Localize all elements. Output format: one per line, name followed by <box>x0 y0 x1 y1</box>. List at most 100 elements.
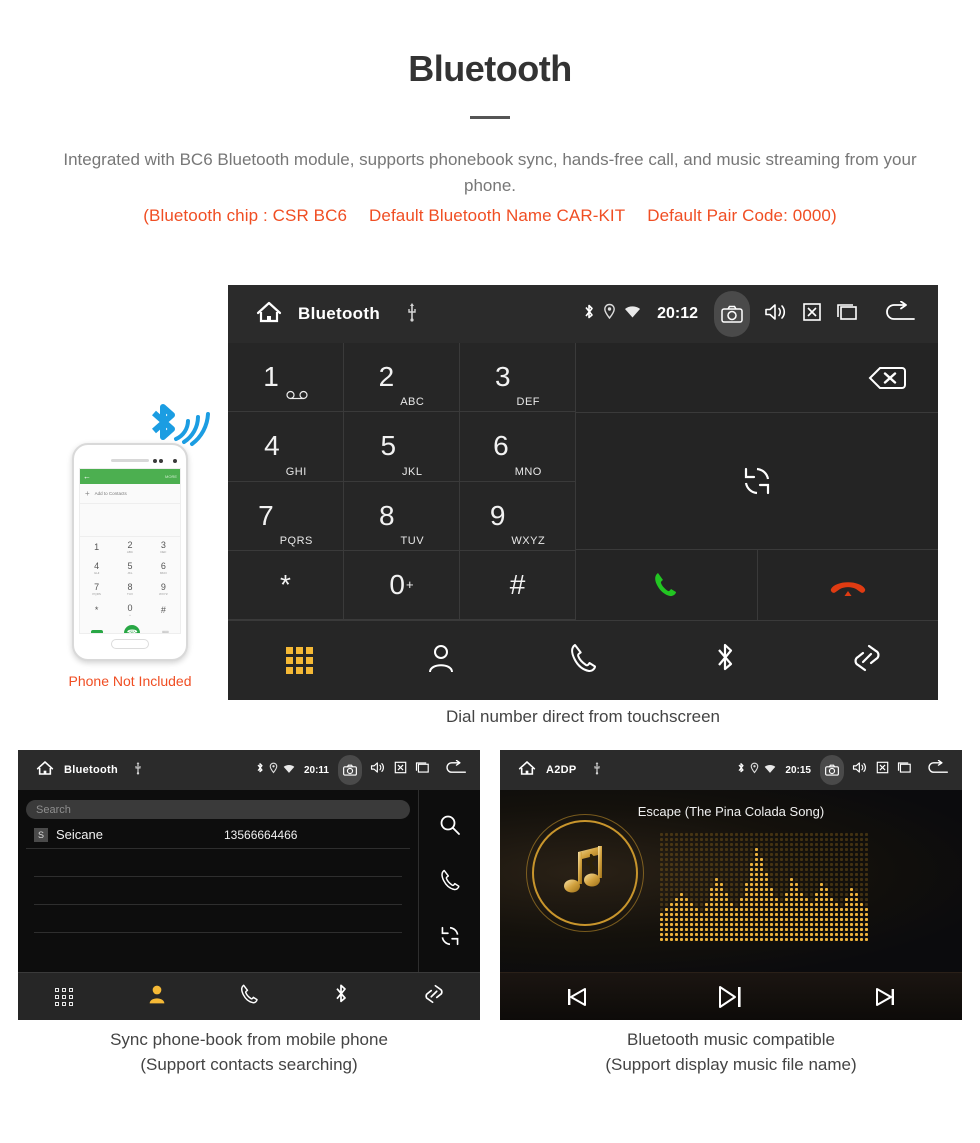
avatar: S <box>34 827 48 842</box>
contacts-icon <box>426 642 456 679</box>
dialer-caption: Dial number direct from touchscreen <box>445 707 720 726</box>
dialpad-icon <box>55 987 74 1006</box>
back-icon[interactable] <box>445 759 468 780</box>
phone-device: ← MORE + Add to Contacts 1 2 ABC 3 DEF 4 GH… <box>72 443 188 661</box>
phone-mockup: ← MORE + Add to Contacts 1 2 ABC 3 DEF 4 GH… <box>40 404 220 689</box>
sync-icon[interactable] <box>576 413 938 550</box>
spec-bt-name: Default Bluetooth Name CAR-KIT <box>369 205 626 225</box>
bluetooth-icon <box>333 982 349 1011</box>
dialpad-icon <box>285 647 313 674</box>
title-divider <box>470 116 510 119</box>
sidebar-item-bluetooth[interactable] <box>295 982 387 1011</box>
equalizer-visualizer <box>660 833 870 951</box>
wifi-icon <box>624 305 641 324</box>
phone-add-contact-label: Add to Contacts <box>94 491 127 496</box>
phone-app-topbar: ← MORE <box>80 469 180 484</box>
phone-key: 5 JKL <box>127 561 133 576</box>
sidebar-item-dialpad[interactable] <box>228 647 370 674</box>
dialer-tabbar <box>228 620 938 700</box>
phone-not-included-note: Phone Not Included <box>68 673 192 689</box>
phone-key: 2 ABC <box>126 540 134 555</box>
phone-key: 4 GHI <box>93 561 100 576</box>
sidebar-item-calls[interactable] <box>512 642 654 679</box>
recents-icon[interactable] <box>897 761 913 779</box>
previous-button[interactable] <box>500 985 654 1009</box>
call-history-icon <box>239 983 259 1010</box>
backspace-icon[interactable] <box>576 343 938 413</box>
wifi-icon <box>283 761 295 779</box>
camera-icon[interactable] <box>338 755 362 785</box>
dial-key-1[interactable]: 1 <box>228 343 344 413</box>
phone-back-icon: ← <box>83 472 91 481</box>
close-box-icon[interactable] <box>876 761 889 779</box>
dial-key-7[interactable]: 7 PQRS <box>228 481 344 551</box>
contacts-caption: Sync phone-book from mobile phone (Suppo… <box>18 1028 480 1077</box>
phone-call-icon: ☎ <box>124 625 141 633</box>
contact-number: 13566664466 <box>224 827 298 842</box>
recents-icon[interactable] <box>415 761 431 779</box>
sidebar-item-dialpad[interactable] <box>18 987 110 1006</box>
recents-icon[interactable] <box>836 302 860 327</box>
statusbar-title: A2DP <box>546 764 577 776</box>
search-input[interactable]: Search <box>26 800 410 819</box>
close-box-icon[interactable] <box>394 761 407 779</box>
contacts-tabbar <box>18 972 480 1020</box>
statusbar-clock: 20:11 <box>303 764 329 776</box>
sync-icon[interactable] <box>439 925 461 952</box>
volume-icon[interactable] <box>370 761 386 779</box>
volume-icon[interactable] <box>852 761 868 779</box>
call-icon[interactable] <box>439 868 461 897</box>
usb-icon <box>593 761 601 780</box>
contacts-caption-line2: (Support contacts searching) <box>140 1054 358 1074</box>
camera-icon[interactable] <box>820 755 844 785</box>
camera-icon[interactable] <box>714 291 750 337</box>
location-icon <box>269 761 278 779</box>
sidebar-item-contacts[interactable] <box>110 983 202 1010</box>
dial-key-8[interactable]: 8 TUV <box>344 481 460 551</box>
contacts-statusbar: Bluetooth 20:11 <box>18 750 480 790</box>
close-box-icon[interactable] <box>802 302 822 327</box>
back-icon[interactable] <box>927 759 950 780</box>
sidebar-item-link[interactable] <box>388 982 480 1011</box>
sidebar-item-link[interactable] <box>796 641 938 680</box>
bluetooth-status-icon <box>256 761 264 779</box>
usb-icon <box>406 302 418 327</box>
page-description: Integrated with BC6 Bluetooth module, su… <box>63 150 917 196</box>
home-icon[interactable] <box>518 760 536 781</box>
statusbar-clock: 20:15 <box>785 764 811 776</box>
bluetooth-status-icon <box>583 303 595 326</box>
dial-key-9[interactable]: 9 WXYZ <box>460 481 576 551</box>
play-pause-button[interactable] <box>654 984 808 1010</box>
dial-key-6[interactable]: 6 MNO <box>460 412 576 482</box>
home-icon[interactable] <box>36 760 54 781</box>
dial-key-3[interactable]: 3 DEF <box>460 343 576 413</box>
phone-key: 8 TUV <box>126 582 133 597</box>
dial-key-5[interactable]: 5 JKL <box>344 412 460 482</box>
dial-key-0[interactable]: 0 + <box>344 550 460 620</box>
list-item-empty <box>34 849 402 877</box>
home-icon[interactable] <box>256 300 282 329</box>
music-body: Escape (The Pina Colada Song) <box>500 790 962 972</box>
dial-key-hash[interactable]: # <box>460 550 576 620</box>
search-icon[interactable] <box>439 814 461 841</box>
back-icon[interactable] <box>884 300 918 328</box>
dial-key-4[interactable]: 4 GHI <box>228 412 344 482</box>
call-button[interactable] <box>576 550 758 620</box>
dial-key-2[interactable]: 2 ABC <box>344 343 460 413</box>
list-item[interactable]: S Seicane 13566664466 <box>26 821 410 849</box>
plus-icon: + <box>85 489 90 498</box>
sidebar-item-bluetooth[interactable] <box>654 641 796 680</box>
phone-key: 1 <box>94 542 100 552</box>
phone-screen: ← MORE + Add to Contacts 1 2 ABC 3 DEF 4 GH… <box>79 468 181 634</box>
phone-key: 9 WXYZ <box>158 582 168 597</box>
volume-icon[interactable] <box>764 302 788 327</box>
sidebar-item-contacts[interactable] <box>370 642 512 679</box>
phone-key: * <box>94 605 99 615</box>
sidebar-item-calls[interactable] <box>203 983 295 1010</box>
music-note-bluetooth-icon <box>564 846 602 893</box>
next-button[interactable] <box>808 985 962 1009</box>
music-caption-line1: Bluetooth music compatible <box>627 1030 835 1049</box>
dial-key-star[interactable]: * <box>228 550 344 620</box>
hangup-button[interactable] <box>758 550 939 620</box>
bluetooth-icon <box>713 641 737 680</box>
